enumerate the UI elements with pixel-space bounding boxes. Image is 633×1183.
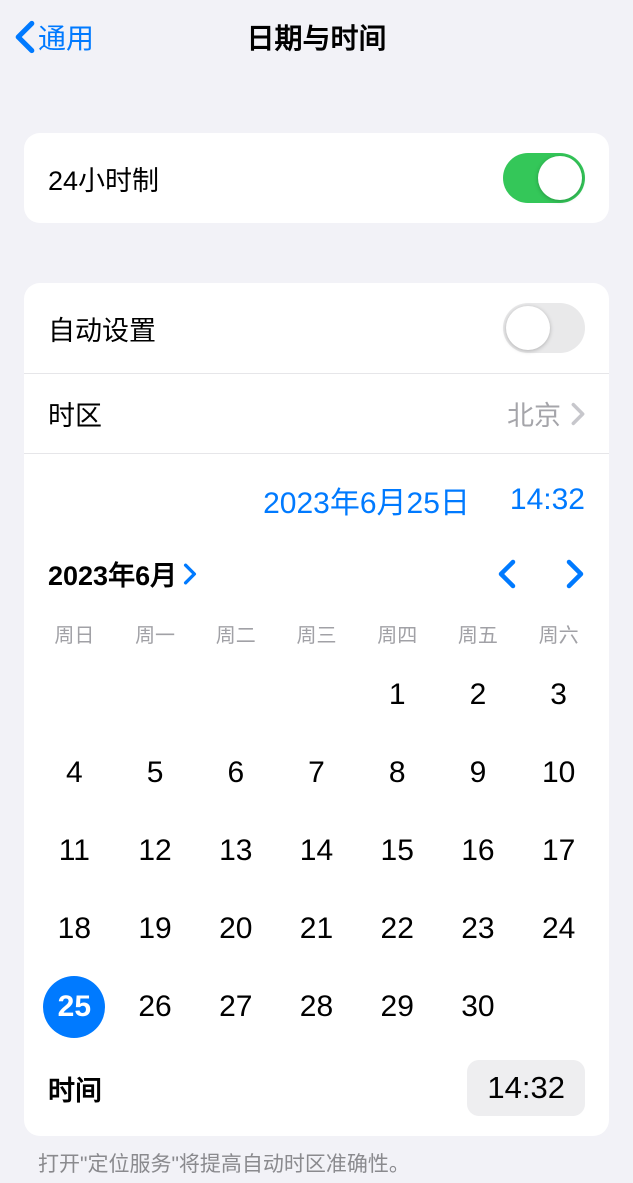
time-value-pill[interactable]: 14:32 [467, 1060, 585, 1116]
calendar-day [115, 656, 196, 734]
calendar-day [518, 968, 599, 1046]
weekday-tue: 周二 [195, 611, 276, 656]
calendar-week: 252627282930 [24, 968, 609, 1046]
calendar-week: 45678910 [24, 734, 609, 812]
calendar-day[interactable]: 7 [276, 734, 357, 812]
weekday-fri: 周五 [438, 611, 519, 656]
calendar-day[interactable]: 3 [518, 656, 599, 734]
calendar-day [195, 656, 276, 734]
calendar-day[interactable]: 14 [276, 812, 357, 890]
calendar-day[interactable]: 25 [34, 968, 115, 1046]
chevron-left-icon [14, 20, 36, 54]
chevron-right-icon [183, 563, 197, 585]
month-picker[interactable]: 2023年6月 [48, 554, 197, 593]
row-24hour: 24小时制 [24, 133, 609, 223]
calendar-week: 18192021222324 [24, 890, 609, 968]
calendar-month-nav: 2023年6月 [24, 534, 609, 597]
calendar-day[interactable]: 17 [518, 812, 599, 890]
card-24hour: 24小时制 [24, 133, 609, 223]
calendar-day[interactable]: 2 [438, 656, 519, 734]
calendar-day[interactable]: 12 [115, 812, 196, 890]
weekday-sun: 周日 [34, 611, 115, 656]
calendar-day[interactable]: 10 [518, 734, 599, 812]
calendar-day[interactable]: 28 [276, 968, 357, 1046]
calendar-day [276, 656, 357, 734]
calendar-day[interactable]: 8 [357, 734, 438, 812]
row-timezone[interactable]: 时区 北京 [24, 373, 609, 453]
row-auto-set: 自动设置 [24, 283, 609, 373]
card-datetime-settings: 自动设置 时区 北京 2023年6月25日 14:32 2023年6月 [24, 283, 609, 1136]
calendar-day[interactable]: 11 [34, 812, 115, 890]
label-timezone: 时区 [48, 394, 102, 433]
calendar-day[interactable]: 20 [195, 890, 276, 968]
calendar-day[interactable]: 19 [115, 890, 196, 968]
calendar-week: 11121314151617 [24, 812, 609, 890]
calendar-day[interactable]: 23 [438, 890, 519, 968]
calendar-day[interactable]: 27 [195, 968, 276, 1046]
back-button[interactable]: 通用 [14, 17, 94, 57]
weekday-header: 周日 周一 周二 周三 周四 周五 周六 [24, 611, 609, 656]
page-title: 日期与时间 [246, 17, 386, 57]
calendar-grid: 1234567891011121314151617181920212223242… [24, 656, 609, 1046]
switch-thumb [538, 156, 582, 200]
footnote: 打开"定位服务"将提高自动时区准确性。 [0, 1136, 633, 1178]
calendar-day[interactable]: 26 [115, 968, 196, 1046]
timezone-value: 北京 [507, 394, 561, 433]
prev-month-button[interactable] [497, 559, 517, 589]
row-time: 时间 14:32 [24, 1046, 609, 1136]
next-month-button[interactable] [565, 559, 585, 589]
chevron-right-icon [571, 402, 585, 426]
calendar-day[interactable]: 24 [518, 890, 599, 968]
calendar-day[interactable]: 18 [34, 890, 115, 968]
calendar-day[interactable]: 4 [34, 734, 115, 812]
weekday-thu: 周四 [357, 611, 438, 656]
calendar-day[interactable]: 15 [357, 812, 438, 890]
selected-time[interactable]: 14:32 [510, 483, 585, 517]
label-auto-set: 自动设置 [48, 309, 156, 348]
calendar-day[interactable]: 16 [438, 812, 519, 890]
timezone-right: 北京 [507, 394, 585, 433]
calendar-day[interactable]: 13 [195, 812, 276, 890]
header: 通用 日期与时间 [0, 0, 633, 73]
calendar-day[interactable]: 1 [357, 656, 438, 734]
back-label: 通用 [38, 17, 94, 57]
label-24hour: 24小时制 [48, 159, 159, 198]
calendar-day[interactable]: 5 [115, 734, 196, 812]
weekday-mon: 周一 [115, 611, 196, 656]
calendar-day[interactable]: 22 [357, 890, 438, 968]
switch-thumb [506, 306, 550, 350]
calendar-day[interactable]: 30 [438, 968, 519, 1046]
switch-auto-set[interactable] [503, 303, 585, 353]
calendar-day[interactable]: 6 [195, 734, 276, 812]
weekday-wed: 周三 [276, 611, 357, 656]
month-arrows [497, 559, 585, 589]
switch-24hour[interactable] [503, 153, 585, 203]
calendar-week: 123 [24, 656, 609, 734]
calendar-day[interactable]: 21 [276, 890, 357, 968]
month-title-text: 2023年6月 [48, 554, 177, 593]
calendar-day[interactable]: 29 [357, 968, 438, 1046]
calendar-day[interactable]: 9 [438, 734, 519, 812]
weekday-sat: 周六 [518, 611, 599, 656]
row-selected-datetime: 2023年6月25日 14:32 [24, 453, 609, 534]
calendar-day [34, 656, 115, 734]
time-label: 时间 [48, 1069, 102, 1108]
selected-date[interactable]: 2023年6月25日 [263, 478, 470, 522]
